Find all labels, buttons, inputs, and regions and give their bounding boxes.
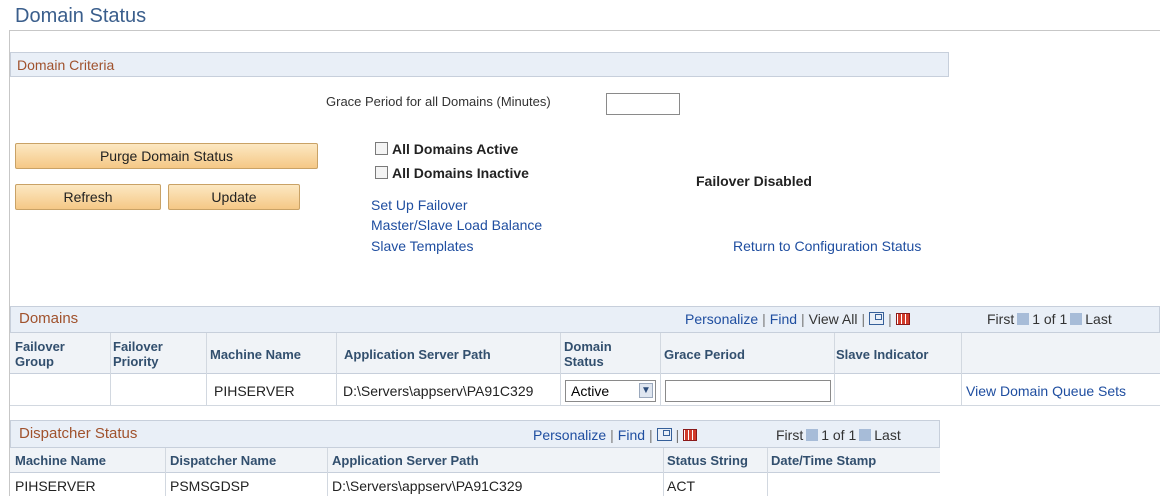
dispatcher-first-label: First	[776, 427, 804, 443]
download-grid-icon[interactable]	[895, 313, 910, 325]
dispatcher-grid-title: Dispatcher Status	[19, 425, 138, 442]
all-domains-inactive-checkbox[interactable]	[375, 166, 388, 179]
zoom-icon[interactable]	[869, 312, 885, 325]
col-divider	[336, 333, 337, 405]
page-title: Domain Status	[15, 5, 147, 27]
grace-period-input[interactable]	[606, 93, 680, 115]
col-divider	[834, 333, 835, 405]
dispatcher-personalize-link[interactable]: Personalize	[533, 427, 606, 443]
domain-status-value: Active	[571, 383, 610, 399]
dispatcher-next-icon[interactable]	[859, 429, 872, 441]
page-top-divider	[9, 30, 1160, 31]
domain-machine-name-cell: PIHSERVER	[214, 383, 295, 399]
domains-grid-title: Domains	[19, 310, 79, 327]
all-domains-inactive-label: All Domains Inactive	[392, 165, 529, 181]
col-divider	[660, 333, 661, 405]
col-application-server-path[interactable]: Application Server Path	[344, 347, 491, 362]
refresh-button[interactable]: Refresh	[15, 184, 161, 210]
col-dispatcher-machine-name[interactable]: Machine Name	[15, 453, 106, 468]
slave-templates-link[interactable]: Slave Templates	[371, 238, 473, 254]
update-button[interactable]: Update	[168, 184, 300, 210]
col-slave-indicator[interactable]: Slave Indicator	[836, 347, 928, 362]
domain-criteria-title: Domain Criteria	[17, 57, 115, 73]
chevron-down-icon[interactable]: ▼	[639, 383, 653, 398]
failover-status-text: Failover Disabled	[696, 173, 812, 189]
domain-grace-period-input[interactable]	[665, 380, 831, 402]
domains-next-icon[interactable]	[1070, 313, 1083, 325]
col-domain-status[interactable]: Domain Status	[564, 339, 624, 369]
domains-row-divider	[10, 405, 1160, 406]
dispatcher-find-link[interactable]: Find	[618, 427, 645, 443]
all-domains-active-checkbox[interactable]	[375, 142, 388, 155]
col-divider	[767, 448, 768, 496]
return-to-configuration-status-link[interactable]: Return to Configuration Status	[733, 238, 921, 254]
dispatcher-previous-icon[interactable]	[806, 429, 819, 441]
master-slave-load-balance-link[interactable]: Master/Slave Load Balance	[371, 217, 542, 233]
dispatcher-grid-nav: Personalize | Find | |	[533, 427, 698, 443]
col-divider	[206, 333, 207, 405]
zoom-icon[interactable]	[656, 428, 672, 441]
col-divider	[165, 448, 166, 496]
col-dispatcher-app-server-path[interactable]: Application Server Path	[332, 453, 479, 468]
view-domain-queue-sets-link[interactable]: View Domain Queue Sets	[966, 383, 1126, 399]
domain-app-server-path-cell: D:\Servers\appserv\PA91C329	[343, 383, 534, 399]
dispatcher-name-cell: PSMSGDSP	[170, 478, 250, 494]
download-grid-icon[interactable]	[683, 429, 698, 441]
col-divider	[663, 448, 664, 496]
col-dispatcher-name[interactable]: Dispatcher Name	[170, 453, 276, 468]
col-failover-group[interactable]: Failover Group	[15, 339, 95, 369]
domains-find-link[interactable]: Find	[770, 311, 797, 327]
col-date-time-stamp[interactable]: Date/Time Stamp	[771, 453, 876, 468]
status-string-cell: ACT	[667, 478, 695, 494]
dispatcher-range-label: 1 of 1	[821, 427, 857, 443]
purge-domain-status-button[interactable]: Purge Domain Status	[15, 143, 318, 169]
set-up-failover-link[interactable]: Set Up Failover	[371, 197, 467, 213]
dispatcher-last-label: Last	[874, 427, 901, 443]
dispatcher-pagination: First 1 of 1 Last	[776, 427, 901, 443]
col-divider	[110, 333, 111, 405]
col-divider	[560, 333, 561, 405]
domain-status-select[interactable]: Active ▼	[565, 380, 656, 402]
domains-first-label: First	[987, 311, 1015, 327]
domains-range-label: 1 of 1	[1032, 311, 1068, 327]
domains-personalize-link[interactable]: Personalize	[685, 311, 758, 327]
col-status-string[interactable]: Status String	[667, 453, 748, 468]
col-grace-period[interactable]: Grace Period	[664, 347, 745, 362]
domain-criteria-header	[10, 52, 949, 77]
domains-view-all-link[interactable]: View All	[809, 311, 858, 327]
col-divider	[961, 333, 962, 405]
domains-pagination: First 1 of 1 Last	[987, 311, 1112, 327]
domains-previous-icon[interactable]	[1017, 313, 1030, 325]
domains-last-label: Last	[1085, 311, 1112, 327]
all-domains-active-label: All Domains Active	[392, 141, 519, 157]
dispatcher-machine-name-cell: PIHSERVER	[15, 478, 96, 494]
domains-grid-nav: Personalize | Find | View All | |	[685, 311, 910, 327]
grace-period-label: Grace Period for all Domains (Minutes)	[326, 94, 551, 109]
dispatcher-app-server-path-cell: D:\Servers\appserv\PA91C329	[332, 478, 523, 494]
col-divider	[327, 448, 328, 496]
col-machine-name[interactable]: Machine Name	[210, 347, 301, 362]
col-failover-priority[interactable]: Failover Priority	[113, 339, 193, 369]
